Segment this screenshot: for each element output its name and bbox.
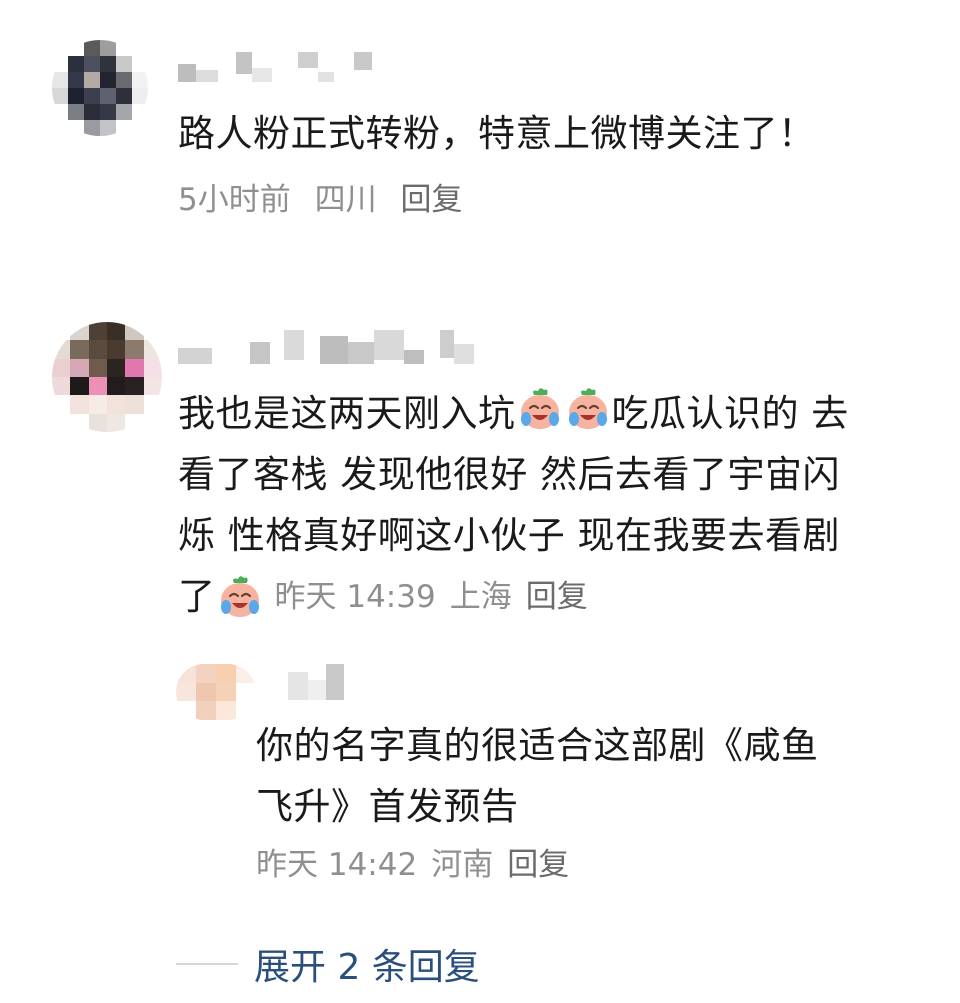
comment-text: 路人粉正式转粉，特意上微博关注了！ (178, 112, 816, 155)
comment-text-line: 了 (178, 575, 216, 618)
reply-button[interactable]: 回复 (400, 182, 462, 218)
reply-text-line: 飞升》首发预告 (256, 785, 519, 828)
comment-meta: 5小时前 四川 回复 (178, 180, 476, 220)
reply-meta: 昨天 14:42 河南 回复 (256, 845, 583, 885)
username-redacted[interactable] (288, 664, 344, 700)
comment-text-segment: 吃瓜认识的 去 (611, 392, 849, 435)
avatar[interactable] (176, 664, 256, 720)
comment-location: 上海 (449, 578, 512, 615)
divider (176, 963, 238, 965)
comment-text-line: 我也是这两天刚入坑 吃瓜认识的 去 (178, 383, 938, 444)
comment-text-line: 看了客栈 发现他很好 然后去看了宇宙闪 (178, 453, 841, 496)
crying-laughing-emoji-icon (217, 574, 263, 620)
expand-replies-link[interactable]: 展开 2 条回复 (254, 938, 480, 990)
reply-button[interactable]: 回复 (526, 579, 588, 615)
comment-time: 5小时前 (178, 182, 291, 218)
avatar[interactable] (52, 40, 148, 136)
comment-body: 我也是这两天刚入坑 吃瓜认识的 去 看了客栈 发现他很好 然后去看了宇宙闪 烁 性… (178, 383, 938, 627)
reply-location: 河南 (431, 847, 494, 883)
reply-button[interactable]: 回复 (507, 847, 569, 883)
comment-meta: 昨天 14:39 上海 回复 (275, 577, 602, 617)
expand-replies-row[interactable]: 展开 2 条回复 (176, 938, 480, 990)
comment-time: 昨天 14:39 (274, 578, 436, 615)
username-redacted[interactable] (178, 330, 474, 364)
reply-body: 你的名字真的很适合这部剧《咸鱼 飞升》首发预告 (256, 715, 819, 837)
avatar[interactable] (52, 322, 162, 432)
comment-text-segment: 我也是这两天刚入坑 (178, 392, 516, 435)
reply-time: 昨天 14:42 (256, 847, 418, 883)
crying-laughing-emoji-icon (565, 386, 611, 432)
username-redacted[interactable] (178, 52, 372, 82)
comment-location: 四川 (314, 182, 377, 218)
comment-text-line: 烁 性格真好啊这小伙子 现在我要去看剧 (178, 514, 841, 557)
reply-text-line: 你的名字真的很适合这部剧《咸鱼 (256, 724, 819, 767)
crying-laughing-emoji-icon (517, 386, 563, 432)
